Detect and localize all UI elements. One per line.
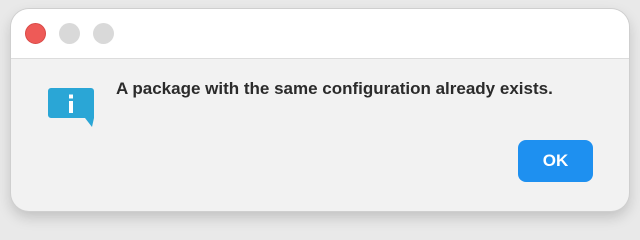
dialog-message: A package with the same configuration al… bbox=[116, 79, 553, 98]
info-icon bbox=[48, 88, 94, 127]
title-bar bbox=[11, 9, 629, 59]
dialog-window: A package with the same configuration al… bbox=[11, 9, 629, 211]
maximize-window-button[interactable] bbox=[93, 23, 114, 44]
minimize-window-button[interactable] bbox=[59, 23, 80, 44]
close-window-button[interactable] bbox=[25, 23, 46, 44]
ok-button[interactable]: OK bbox=[518, 140, 593, 182]
